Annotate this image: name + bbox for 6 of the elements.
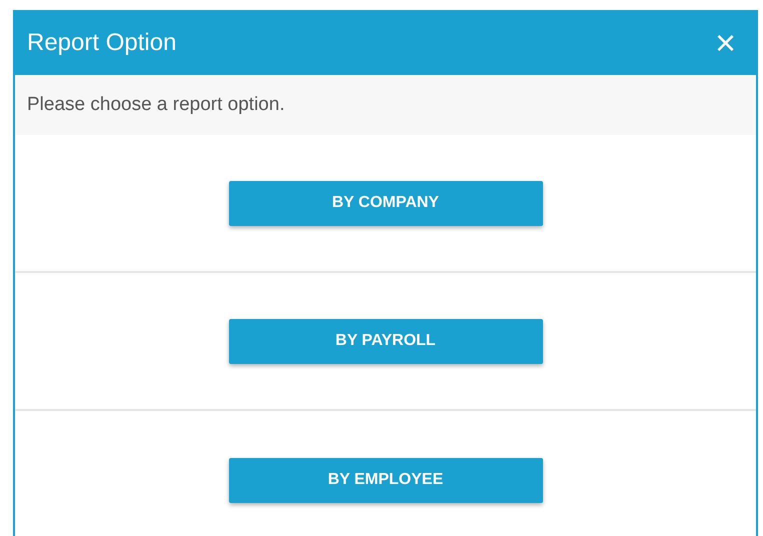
report-option-button[interactable]: BY EMPLOYEE [228,458,542,502]
dialog-message: Please choose a report option. [27,92,285,117]
close-button[interactable]: × [714,24,736,60]
report-option-button[interactable]: BY COMPANY [228,180,542,226]
report-option-button[interactable]: BY PAYROLL [228,318,542,364]
dialog-title: Report Option [27,28,176,58]
